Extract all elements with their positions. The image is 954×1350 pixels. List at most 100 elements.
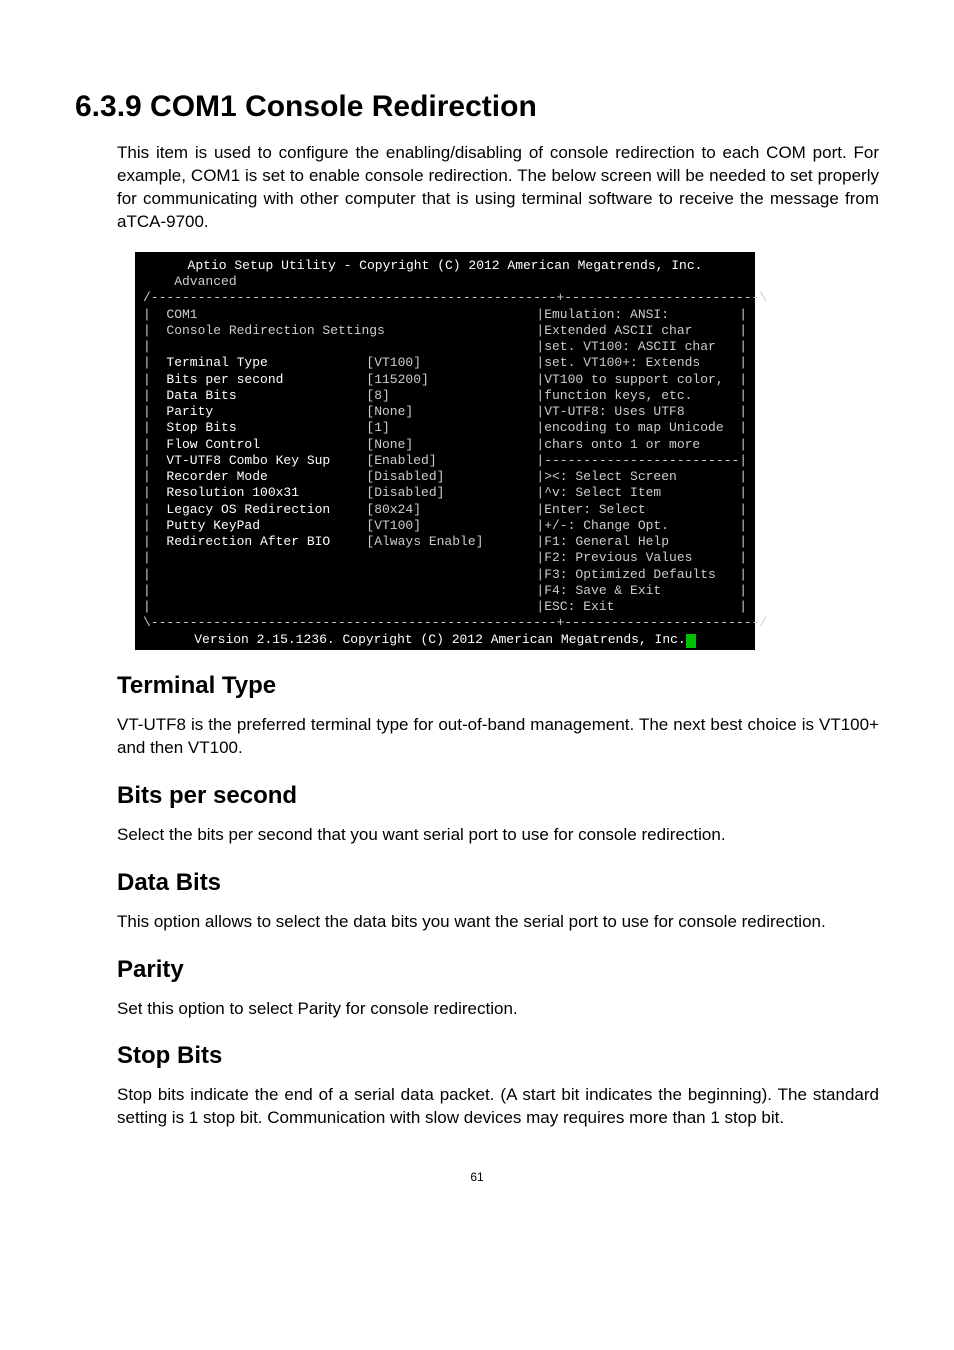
bios-help-text: |function keys, etc. [536, 388, 739, 404]
bios-setting-label: Recorder Mode [166, 469, 366, 485]
bios-help-text: |VT100 to support color, [536, 372, 739, 388]
bios-help-text: |F4: Save & Exit [536, 583, 739, 599]
bios-help-text: |Emulation: ANSI: [536, 307, 739, 323]
bios-help-text: |VT-UTF8: Uses UTF8 [536, 404, 739, 420]
cursor-block-icon [686, 634, 696, 648]
bios-setting-label [166, 599, 366, 615]
bios-row: | |F3: Optimized Defaults| [143, 567, 747, 583]
row-border-left: | [143, 404, 166, 420]
bios-setting-value [366, 599, 536, 615]
bios-setting-label: Terminal Type [166, 355, 366, 371]
bios-menu-tab: Advanced [143, 274, 747, 290]
bios-help-text: |chars onto 1 or more [536, 437, 739, 453]
row-border-left: | [143, 469, 166, 485]
bios-divider-bottom: \---------------------------------------… [143, 615, 747, 631]
row-border-left: | [143, 372, 166, 388]
content-sections: Terminal Type VT-UTF8 is the preferred te… [75, 672, 879, 1131]
row-border-right: | [739, 534, 747, 550]
bios-setting-label: Bits per second [166, 372, 366, 388]
bios-setting-label [166, 583, 366, 599]
bios-setting-value: [8] [366, 388, 536, 404]
bios-row: | Bits per second[115200]|VT100 to suppo… [143, 372, 747, 388]
row-border-right: | [739, 355, 747, 371]
bios-row: | COM1|Emulation: ANSI:| [143, 307, 747, 323]
subsection-heading: Terminal Type [75, 672, 879, 700]
page-number: 61 [75, 1170, 879, 1184]
bios-help-text: |><: Select Screen [536, 469, 739, 485]
bios-setting-value: [Always Enable] [366, 534, 536, 550]
document-page: 6.3.9 COM1 Console Redirection This item… [0, 0, 954, 1224]
bios-setting-label: Putty KeyPad [166, 518, 366, 534]
row-border-left: | [143, 599, 166, 615]
bios-help-text: |encoding to map Unicode [536, 420, 739, 436]
bios-help-text: |Extended ASCII char [536, 323, 739, 339]
bios-setting-value: [1] [366, 420, 536, 436]
row-border-right: | [739, 453, 747, 469]
section-heading: 6.3.9 COM1 Console Redirection [75, 90, 879, 124]
row-border-left: | [143, 550, 166, 566]
bios-setting-value: [None] [366, 404, 536, 420]
bios-row: | Flow Control[None]|chars onto 1 or mor… [143, 437, 747, 453]
bios-help-text: |F1: General Help [536, 534, 739, 550]
bios-divider-top: /---------------------------------------… [143, 290, 747, 306]
subsection-body: Stop bits indicate the end of a serial d… [75, 1084, 879, 1130]
bios-setting-label: Console Redirection Settings [166, 323, 366, 339]
row-border-left: | [143, 485, 166, 501]
row-border-right: | [739, 339, 747, 355]
bios-setting-value [366, 583, 536, 599]
bios-help-text: |+/-: Change Opt. [536, 518, 739, 534]
bios-setting-value: [80x24] [366, 502, 536, 518]
subsection-body: VT-UTF8 is the preferred terminal type f… [75, 714, 879, 760]
subsection-body: Set this option to select Parity for con… [75, 998, 879, 1021]
row-border-right: | [739, 404, 747, 420]
bios-setting-value: [Enabled] [366, 453, 536, 469]
intro-paragraph: This item is used to configure the enabl… [75, 142, 879, 234]
bios-setting-value [366, 323, 536, 339]
bios-row: | Putty KeyPad[VT100]|+/-: Change Opt.| [143, 518, 747, 534]
bios-setting-value [366, 339, 536, 355]
bios-row: | Terminal Type[VT100]|set. VT100+: Exte… [143, 355, 747, 371]
subsection-body: This option allows to select the data bi… [75, 911, 879, 934]
row-border-right: | [739, 372, 747, 388]
row-border-right: | [739, 583, 747, 599]
bios-setting-value: [VT100] [366, 518, 536, 534]
bios-help-text: |Enter: Select [536, 502, 739, 518]
bios-help-text: |F2: Previous Values [536, 550, 739, 566]
subsection-body: Select the bits per second that you want… [75, 824, 879, 847]
row-border-left: | [143, 307, 166, 323]
bios-screenshot: Aptio Setup Utility - Copyright (C) 2012… [135, 252, 755, 650]
bios-setting-label: Stop Bits [166, 420, 366, 436]
row-border-left: | [143, 388, 166, 404]
subsection-heading: Bits per second [75, 782, 879, 810]
row-border-left: | [143, 420, 166, 436]
bios-setting-label: COM1 [166, 307, 366, 323]
row-border-left: | [143, 453, 166, 469]
row-border-left: | [143, 437, 166, 453]
row-border-right: | [739, 388, 747, 404]
bios-row: | Data Bits[8]|function keys, etc.| [143, 388, 747, 404]
row-border-right: | [739, 437, 747, 453]
subsection-heading: Data Bits [75, 869, 879, 897]
bios-setting-label [166, 550, 366, 566]
bios-setting-value: [VT100] [366, 355, 536, 371]
bios-row: | Redirection After BIO[Always Enable]|F… [143, 534, 747, 550]
bios-setting-label: Resolution 100x31 [166, 485, 366, 501]
row-border-right: | [739, 567, 747, 583]
row-border-right: | [739, 518, 747, 534]
subsection-heading: Stop Bits [75, 1042, 879, 1070]
row-border-left: | [143, 339, 166, 355]
bios-help-text: |F3: Optimized Defaults [536, 567, 739, 583]
bios-row: | Legacy OS Redirection[80x24]|Enter: Se… [143, 502, 747, 518]
bios-setting-label [166, 339, 366, 355]
subsection-heading: Parity [75, 956, 879, 984]
bios-row: | Recorder Mode[Disabled]|><: Select Scr… [143, 469, 747, 485]
bios-help-text: |------------------------- [536, 453, 739, 469]
bios-title: Aptio Setup Utility - Copyright (C) 2012… [143, 258, 747, 274]
bios-row: | Parity[None]|VT-UTF8: Uses UTF8| [143, 404, 747, 420]
bios-help-text: |^v: Select Item [536, 485, 739, 501]
bios-setting-value: [Disabled] [366, 485, 536, 501]
bios-setting-value [366, 567, 536, 583]
bios-setting-label: Flow Control [166, 437, 366, 453]
row-border-right: | [739, 469, 747, 485]
bios-setting-label: Legacy OS Redirection [166, 502, 366, 518]
